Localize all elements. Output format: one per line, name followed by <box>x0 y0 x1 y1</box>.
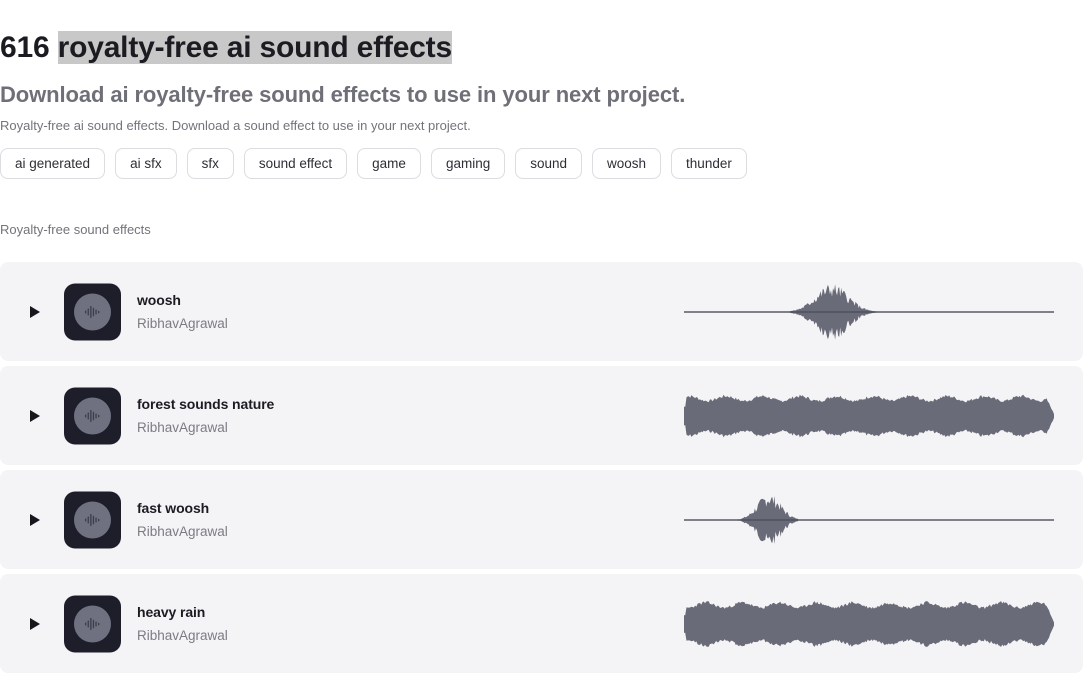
tag-chip[interactable]: woosh <box>592 148 662 179</box>
result-count: 616 <box>0 31 50 65</box>
tag-chip[interactable]: thunder <box>671 148 747 179</box>
sound-effects-list: woosh RibhavAgrawal forest sounds nature Ri… <box>0 262 1083 678</box>
sound-title[interactable]: woosh <box>137 291 228 310</box>
page-title: 616 royalty-free ai sound effects <box>0 26 452 70</box>
sound-effects-page: 616 royalty-free ai sound effects Downlo… <box>0 0 1083 673</box>
sound-author[interactable]: RibhavAgrawal <box>137 315 228 333</box>
waveform-preview[interactable] <box>684 281 1054 343</box>
sound-meta: woosh RibhavAgrawal <box>137 291 228 333</box>
tag-chip[interactable]: gaming <box>430 148 506 179</box>
sound-author[interactable]: RibhavAgrawal <box>137 523 228 541</box>
sound-author[interactable]: RibhavAgrawal <box>137 627 228 645</box>
tag-chip[interactable]: ai sfx <box>115 148 177 179</box>
waveform-preview[interactable] <box>684 489 1054 551</box>
play-icon[interactable] <box>26 615 44 633</box>
page-title-text: royalty-free ai sound effects <box>57 31 452 65</box>
sound-thumbnail[interactable] <box>64 595 121 652</box>
audio-waveform-icon <box>74 397 111 434</box>
sound-list-item[interactable]: forest sounds nature RibhavAgrawal <box>0 366 1083 465</box>
sound-title[interactable]: forest sounds nature <box>137 395 274 414</box>
sound-author[interactable]: RibhavAgrawal <box>137 419 274 437</box>
sound-thumbnail[interactable] <box>64 491 121 548</box>
sound-meta: fast woosh RibhavAgrawal <box>137 499 228 541</box>
tag-chip[interactable]: sound <box>515 148 583 179</box>
audio-waveform-icon <box>74 501 111 538</box>
tag-chip[interactable]: sound effect <box>243 148 348 179</box>
sound-list-item[interactable]: fast woosh RibhavAgrawal <box>0 470 1083 569</box>
audio-waveform-icon <box>74 605 111 642</box>
sound-meta: forest sounds nature RibhavAgrawal <box>137 395 274 437</box>
page-subtitle: Download ai royalty-free sound effects t… <box>0 82 686 108</box>
tag-chip[interactable]: game <box>357 148 421 179</box>
waveform-preview[interactable] <box>684 385 1054 447</box>
sound-title[interactable]: heavy rain <box>137 603 228 622</box>
audio-waveform-icon <box>74 293 111 330</box>
play-icon[interactable] <box>26 407 44 425</box>
play-icon[interactable] <box>26 511 44 529</box>
sound-title[interactable]: fast woosh <box>137 499 228 518</box>
waveform-preview[interactable] <box>684 593 1054 655</box>
sound-thumbnail[interactable] <box>64 283 121 340</box>
tag-chip[interactable]: ai generated <box>0 148 106 179</box>
sound-list-item[interactable]: woosh RibhavAgrawal <box>0 262 1083 361</box>
tag-chip[interactable]: sfx <box>186 148 234 179</box>
sound-thumbnail[interactable] <box>64 387 121 444</box>
sound-list-item[interactable]: heavy rain RibhavAgrawal <box>0 574 1083 673</box>
section-label: Royalty-free sound effects <box>0 222 151 237</box>
tag-filter-row: ai generated ai sfx sfx sound effect game gam… <box>0 148 747 179</box>
play-icon[interactable] <box>26 303 44 321</box>
sound-meta: heavy rain RibhavAgrawal <box>137 603 228 645</box>
page-description: Royalty-free ai sound effects. Download … <box>0 118 471 133</box>
